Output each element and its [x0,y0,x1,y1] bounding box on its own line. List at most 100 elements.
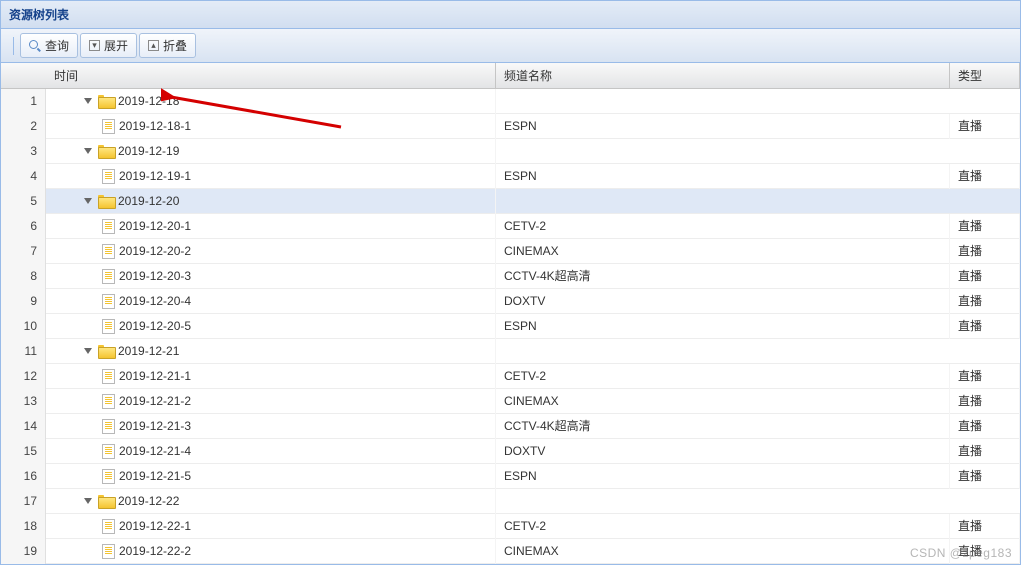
cell-time: 2019-12-21-4 [46,439,496,464]
cell-type: 直播 [950,414,1020,439]
row-number: 1 [1,89,46,114]
table-row[interactable]: 32019-12-19 [1,139,1020,164]
cell-type: 直播 [950,264,1020,289]
table-row[interactable]: 132019-12-21-2CINEMAX直播 [1,389,1020,414]
table-row[interactable]: 22019-12-18-1ESPN直播 [1,114,1020,139]
file-icon [102,169,115,184]
cell-type: 直播 [950,314,1020,339]
cell-channel: ESPN [496,164,950,189]
table-row[interactable]: 4 2019-12-19-1 ESPN直播 [1,164,1020,189]
cell-time: 2019-12-22-2 [46,539,496,564]
table-row[interactable]: 17 2019-12-22 [1,489,1020,514]
cell-time: 2019-12-19 [46,139,496,164]
file-icon [102,469,115,484]
expand-toggle-icon[interactable] [84,198,92,204]
node-label: 2019-12-20 [118,189,179,214]
node-label: 2019-12-20-3 [119,264,191,289]
cell-channel: DOXTV [496,289,950,314]
node-label: 2019-12-22 [118,489,179,514]
table-row[interactable]: 82019-12-20-3CCTV-4K超高清直播 [1,264,1020,289]
row-number: 4 [1,164,46,189]
row-number: 5 [1,189,46,214]
node-label: 2019-12-22-1 [119,514,191,539]
grid-body[interactable]: 12019-12-1822019-12-18-1ESPN直播32019-12-1… [1,89,1020,565]
folder-icon [98,345,114,357]
node-label: 2019-12-19-1 [119,164,191,189]
table-row[interactable]: 112019-12-21 [1,339,1020,364]
row-number: 13 [1,389,46,414]
cell-type: 直播 [950,439,1020,464]
folder-icon [98,195,114,207]
table-row[interactable]: 1 2019-12-18 [1,89,1020,114]
cell-type: 直播 [950,164,1020,189]
table-row[interactable]: 18 2019-12-22-1 CETV-2直播 [1,514,1020,539]
table-row[interactable]: 5 2019-12-20 [1,189,1020,214]
table-row[interactable]: 192019-12-22-2CINEMAX直播 [1,539,1020,564]
expand-toggle-icon[interactable] [84,498,92,504]
cell-type: 直播 [950,289,1020,314]
row-number: 19 [1,539,46,564]
expand-toggle-icon[interactable] [84,98,92,104]
file-icon [102,319,115,334]
table-row[interactable]: 72019-12-20-2CINEMAX直播 [1,239,1020,264]
table-row[interactable]: 102019-12-20-5ESPN直播 [1,314,1020,339]
expand-toggle-icon[interactable] [84,348,92,354]
row-number: 16 [1,464,46,489]
node-label: 2019-12-18-1 [119,114,191,139]
file-icon [102,544,115,559]
node-label: 2019-12-21 [118,339,179,364]
cell-time: 2019-12-20-1 [46,214,496,239]
table-row[interactable]: 142019-12-21-3CCTV-4K超高清直播 [1,414,1020,439]
cell-time: 2019-12-20-2 [46,239,496,264]
expand-button[interactable]: ▾ 展开 [80,33,137,58]
folder-icon [98,95,114,107]
cell-time: 2019-12-18-1 [46,114,496,139]
cell-channel: DOXTV [496,439,950,464]
node-label: 2019-12-21-2 [119,389,191,414]
row-number: 7 [1,239,46,264]
table-row[interactable]: 122019-12-21-1CETV-2直播 [1,364,1020,389]
table-row[interactable]: 152019-12-21-4DOXTV直播 [1,439,1020,464]
row-number: 9 [1,289,46,314]
file-icon [102,244,115,259]
toolbar-separator [13,37,14,55]
table-row[interactable]: 162019-12-21-5ESPN直播 [1,464,1020,489]
node-label: 2019-12-18 [118,89,179,114]
query-button[interactable]: 查询 [20,33,78,58]
cell-time: 2019-12-21-2 [46,389,496,414]
node-label: 2019-12-19 [118,139,179,164]
cell-time: 2019-12-20-5 [46,314,496,339]
header-channel[interactable]: 频道名称 [496,63,950,89]
cell-channel: ESPN [496,114,950,139]
cell-channel: CETV-2 [496,514,950,539]
expand-toggle-icon[interactable] [84,148,92,154]
collapse-icon: ▴ [148,40,159,51]
query-label: 查询 [45,37,69,54]
header-type[interactable]: 类型 [950,63,1020,89]
folder-icon [98,145,114,157]
collapse-button[interactable]: ▴ 折叠 [139,33,196,58]
node-label: 2019-12-21-1 [119,364,191,389]
resource-tree-panel: 资源树列表 查询 ▾ 展开 ▴ 折叠 时间 频道名称 类型 12019-12-1… [0,0,1021,565]
file-icon [102,369,115,384]
cell-channel: ESPN [496,464,950,489]
cell-time: 2019-12-18 [46,89,496,114]
table-row[interactable]: 9 2019-12-20-4 DOXTV直播 [1,289,1020,314]
cell-channel: ESPN [496,314,950,339]
cell-type: 直播 [950,239,1020,264]
row-number: 17 [1,489,46,514]
header-time[interactable]: 时间 [46,63,496,89]
toolbar: 查询 ▾ 展开 ▴ 折叠 [1,29,1020,63]
cell-time: 2019-12-19-1 [46,164,496,189]
file-icon [102,519,115,534]
cell-type: 直播 [950,389,1020,414]
file-icon [102,219,115,234]
row-number: 10 [1,314,46,339]
node-label: 2019-12-20-4 [119,289,191,314]
table-row[interactable]: 62019-12-20-1CETV-2直播 [1,214,1020,239]
cell-time: 2019-12-20 [46,189,496,214]
node-label: 2019-12-21-4 [119,439,191,464]
node-label: 2019-12-22-2 [119,539,191,564]
cell-type: 直播 [950,514,1020,539]
row-number: 18 [1,514,46,539]
